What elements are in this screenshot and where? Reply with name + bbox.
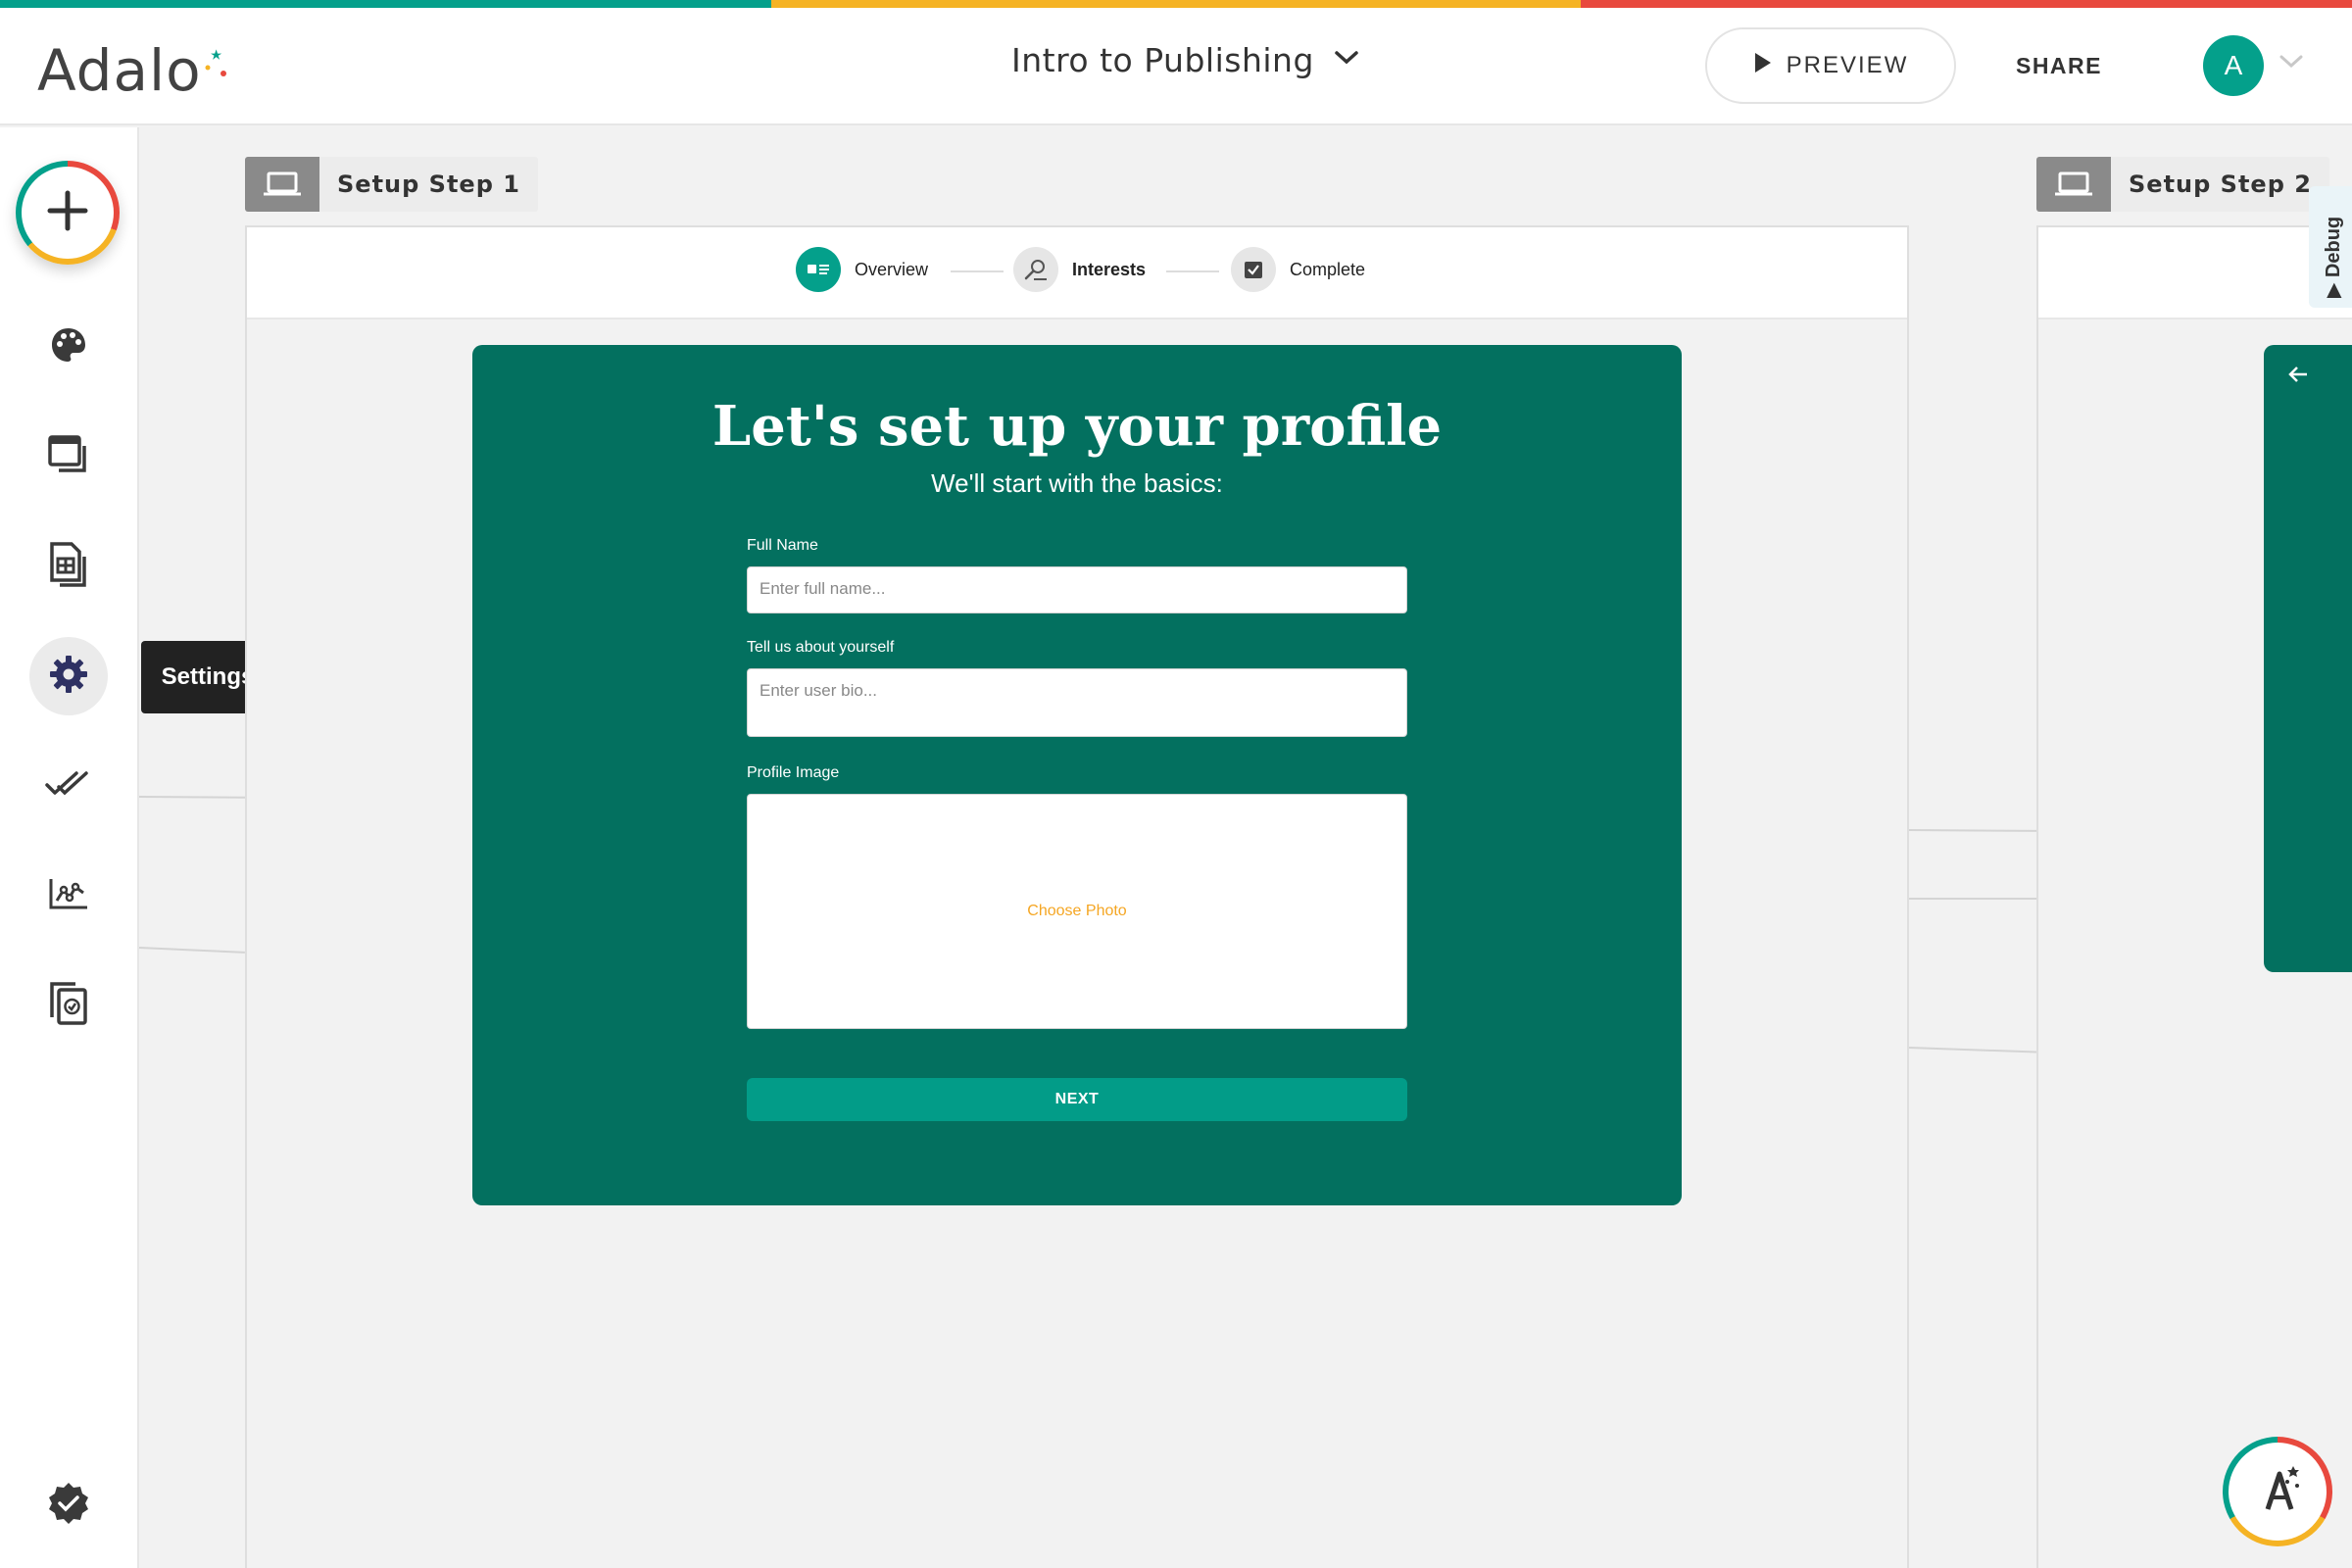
full-name-label: Full Name: [747, 537, 818, 554]
arrow-left-icon[interactable]: [2287, 365, 2309, 389]
adalo-wizard-icon: [2248, 1460, 2307, 1524]
screen2-header: [2038, 227, 2352, 319]
project-title: Intro to Publishing: [1011, 41, 1314, 79]
laptop-icon: [2036, 157, 2111, 212]
chevron-down-icon: [1334, 50, 1359, 71]
step-interests[interactable]: Interests: [1013, 247, 1146, 292]
screen-label-setup-step-1[interactable]: Setup Step 1: [245, 157, 538, 212]
gear-icon: [48, 654, 89, 700]
screen-link-arrow: [1909, 898, 2036, 900]
screen-name: Setup Step 1: [337, 171, 520, 198]
choose-photo-link[interactable]: Choose Photo: [1027, 903, 1126, 920]
screen-setup-step-1[interactable]: Overview Interests Complete Let's set up…: [245, 225, 1909, 1568]
next-button[interactable]: NEXT: [747, 1078, 1407, 1121]
debug-label[interactable]: ▶ Debug: [2321, 217, 2345, 298]
card-title: Let's set up your profile: [711, 394, 1443, 459]
preview-button[interactable]: PREVIEW: [1705, 27, 1956, 104]
screen-link-line: [138, 796, 246, 799]
card-subtitle: We'll start with the basics:: [931, 468, 1223, 498]
copy-check-icon: [48, 980, 89, 1032]
sidebar-item-database[interactable]: [29, 527, 108, 606]
bio-label: Tell us about yourself: [747, 639, 895, 656]
step-label: Overview: [855, 259, 929, 279]
project-title-dropdown[interactable]: Intro to Publishing: [1011, 41, 1359, 79]
preview-label: PREVIEW: [1786, 52, 1909, 78]
avatar[interactable]: A: [2203, 35, 2264, 96]
triangle-icon: ▶: [2323, 277, 2344, 298]
screen-label-setup-step-2[interactable]: Setup Step 2: [2036, 157, 2329, 212]
step-label: Complete: [1290, 259, 1366, 279]
add-icon: [46, 189, 89, 237]
logo-text: Adalo: [37, 37, 202, 104]
chevron-down-icon[interactable]: [2279, 55, 2303, 74]
search-person-icon: [1013, 247, 1058, 292]
top-header: Adalo Intro to Publishing PREVIEW SHARE …: [0, 8, 2352, 125]
step-complete[interactable]: Complete: [1231, 247, 1365, 292]
sidebar-item-screens[interactable]: [29, 417, 108, 496]
profile-setup-card: Let's set up your profile We'll start wi…: [472, 345, 1682, 1205]
double-check-icon: [45, 769, 92, 804]
sidebar-item-branding[interactable]: [29, 308, 108, 386]
screens-icon: [47, 434, 90, 480]
sidebar-item-checklist[interactable]: [29, 1466, 108, 1544]
card-icon: [796, 247, 841, 292]
palette-icon: [49, 325, 88, 369]
progress-stepper: Overview Interests Complete: [247, 227, 1907, 319]
assistant-fab[interactable]: [2223, 1437, 2332, 1546]
profile-image-label: Profile Image: [747, 764, 840, 781]
step-connector: [1166, 270, 1219, 272]
adalo-logo[interactable]: Adalo: [37, 37, 227, 104]
play-icon: [1753, 51, 1773, 81]
share-button[interactable]: SHARE: [2005, 27, 2113, 104]
sidebar-item-versions[interactable]: [29, 966, 108, 1045]
screen-name: Setup Step 2: [2129, 171, 2312, 198]
left-sidebar: [0, 127, 139, 1568]
add-component-button[interactable]: [16, 161, 120, 265]
full-name-field[interactable]: Enter full name...: [747, 566, 1407, 613]
database-icon: [48, 541, 89, 593]
checkbox-icon: [1231, 247, 1276, 292]
step-label: Interests: [1072, 259, 1147, 279]
verified-badge-icon: [45, 1480, 92, 1532]
screen2-card: [2264, 345, 2352, 972]
step-connector: [951, 270, 1004, 272]
analytics-icon: [48, 877, 89, 915]
top-accent-stripe: [0, 0, 2352, 8]
profile-image-picker[interactable]: Choose Photo: [747, 794, 1407, 1029]
sidebar-item-analytics[interactable]: [29, 857, 108, 935]
laptop-icon: [245, 157, 319, 212]
screen-setup-step-2[interactable]: [2036, 225, 2352, 1568]
bio-field[interactable]: Enter user bio...: [747, 668, 1407, 737]
screen-link-line: [138, 947, 245, 954]
sidebar-item-publish[interactable]: [29, 747, 108, 825]
sparkle-icon: [204, 48, 227, 93]
step-overview[interactable]: Overview: [796, 247, 928, 292]
screen-link-line: [1908, 829, 2037, 832]
sidebar-item-settings[interactable]: [29, 637, 108, 715]
screen-link-line: [1908, 1047, 2036, 1054]
